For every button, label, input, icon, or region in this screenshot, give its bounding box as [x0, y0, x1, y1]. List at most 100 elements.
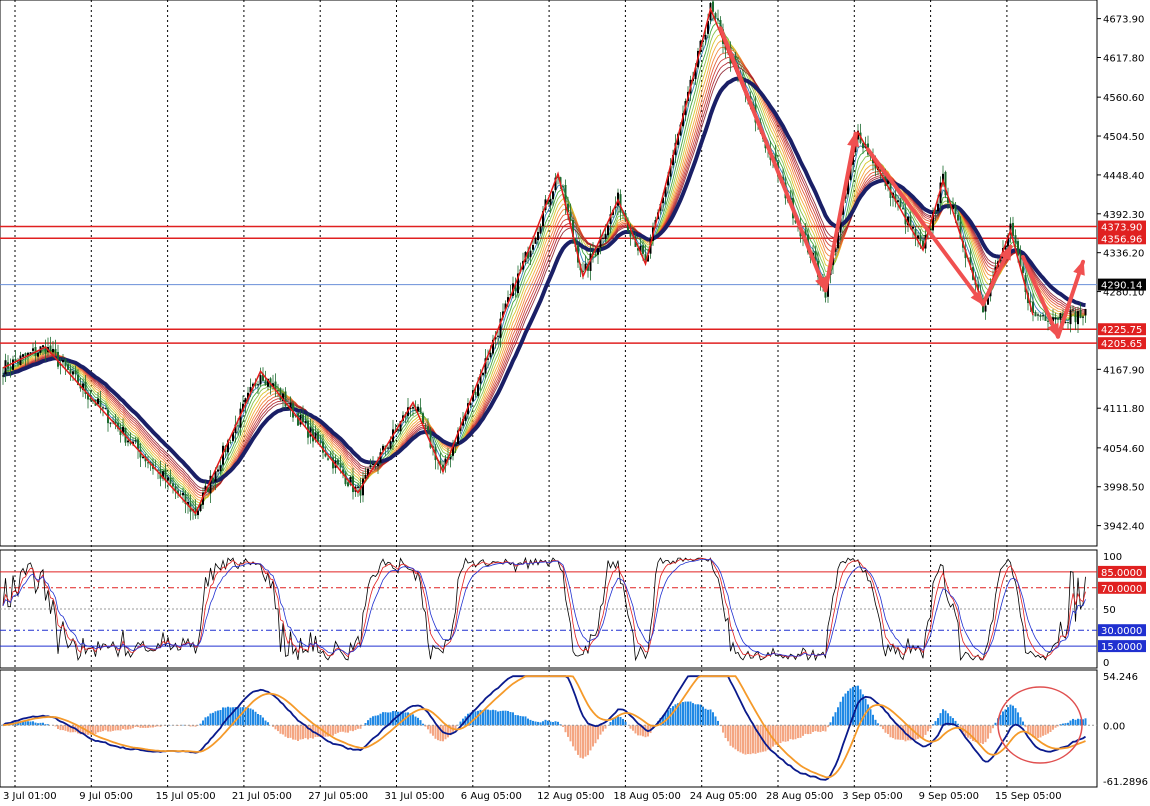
macd-histogram-bar: [612, 719, 614, 725]
macd-histogram-bar: [725, 725, 727, 738]
macd-histogram-bar: [377, 715, 379, 725]
macd-histogram-bar: [925, 725, 927, 735]
macd-histogram-bar: [255, 712, 257, 726]
macd-histogram-bar: [60, 725, 62, 730]
macd-histogram-bar: [632, 725, 634, 730]
macd-histogram-bar: [590, 725, 592, 750]
macd-histogram-bar: [252, 710, 254, 726]
level-tag-label: 4373.90: [1101, 223, 1142, 234]
candle-body: [260, 375, 262, 384]
macd-histogram-bar: [792, 725, 794, 739]
macd-histogram-bar: [1052, 725, 1054, 729]
candle-body: [1012, 223, 1014, 236]
candle-body: [105, 408, 107, 409]
macd-histogram-bar: [485, 709, 487, 725]
macd-histogram-bar: [562, 725, 564, 727]
candle-body: [597, 248, 599, 255]
macd-histogram-bar: [117, 725, 119, 730]
macd-histogram-bar: [427, 725, 429, 729]
candle-body: [317, 432, 319, 442]
macd-histogram-bar: [487, 710, 489, 726]
macd-histogram-bar: [430, 725, 432, 733]
macd-histogram-bar: [882, 725, 884, 729]
candle-body: [412, 407, 414, 408]
macd-histogram-bar: [347, 725, 349, 732]
macd-histogram-bar: [810, 725, 812, 734]
candle-body: [55, 349, 57, 354]
time-axis-label: 24 Aug 05:00: [690, 791, 757, 802]
candle-body: [887, 180, 889, 184]
time-axis-label: 3 Sep 05:00: [842, 791, 902, 802]
macd-histogram-bar: [620, 717, 622, 725]
macd-histogram-bar: [702, 707, 704, 726]
price-axis-label: 3998.50: [1103, 483, 1144, 494]
candle-body: [42, 345, 44, 347]
macd-histogram-bar: [335, 725, 337, 734]
macd-histogram-bar: [582, 725, 584, 758]
macd-histogram-bar: [337, 725, 339, 732]
macd-histogram-bar: [587, 725, 589, 755]
candle-body: [17, 362, 19, 364]
macd-histogram-bar: [847, 691, 849, 725]
macd-histogram-bar: [740, 725, 742, 752]
candle-body: [10, 367, 12, 369]
macd-histogram-bar: [1002, 711, 1004, 725]
time-axis-label: 28 Aug 05:00: [766, 791, 833, 802]
candle-body: [352, 476, 354, 492]
macd-histogram-bar: [505, 711, 507, 726]
candle-body: [220, 465, 222, 471]
macd-histogram-bar: [585, 725, 587, 756]
macd-histogram-bar: [777, 725, 779, 744]
macd-histogram-bar: [105, 725, 107, 730]
macd-histogram-bar: [32, 721, 34, 725]
macd-histogram-bar: [477, 711, 479, 725]
candle-body: [1015, 235, 1017, 242]
candle-body: [1085, 309, 1087, 315]
macd-histogram-bar: [895, 725, 897, 739]
level-tag-label: 4290.14: [1101, 281, 1142, 292]
macd-histogram-bar: [940, 713, 942, 725]
macd-histogram-bar: [597, 725, 599, 739]
macd-histogram-bar: [100, 725, 102, 732]
stoch-axis-label: 100: [1103, 552, 1122, 563]
macd-histogram-bar: [550, 722, 552, 726]
macd-histogram-bar: [557, 722, 559, 725]
macd-histogram-bar: [262, 718, 264, 726]
macd-histogram-bar: [495, 710, 497, 725]
macd-histogram-bar: [700, 705, 702, 726]
candle-body: [550, 199, 552, 205]
macd-histogram-bar: [605, 725, 607, 728]
candle-body: [442, 465, 444, 468]
candle-body: [642, 245, 644, 254]
macd-histogram-bar: [275, 725, 277, 729]
macd-histogram-bar: [772, 725, 774, 746]
macd-histogram-bar: [822, 725, 824, 731]
price-axis-label: 4448.40: [1103, 171, 1144, 182]
macd-histogram-bar: [537, 722, 539, 725]
candle-body: [607, 225, 609, 235]
macd-histogram-bar: [717, 721, 719, 725]
macd-histogram-bar: [575, 725, 577, 750]
macd-histogram-bar: [130, 725, 132, 729]
macd-histogram-bar: [250, 708, 252, 725]
macd-histogram-bar: [927, 725, 929, 731]
macd-axis-label: 0.00: [1103, 721, 1125, 732]
macd-histogram-bar: [805, 725, 807, 734]
macd-histogram-bar: [812, 725, 814, 732]
macd-histogram-bar: [930, 725, 932, 728]
candle-body: [22, 354, 24, 357]
macd-histogram-bar: [1072, 719, 1074, 725]
macd-histogram-bar: [635, 725, 637, 733]
time-axis-label: 31 Jul 05:00: [385, 791, 445, 802]
macd-histogram-bar: [362, 725, 364, 726]
candle-body: [37, 353, 39, 357]
macd-histogram-bar: [977, 725, 979, 742]
candle-body: [985, 306, 987, 312]
macd-histogram-bar: [297, 725, 299, 741]
macd-histogram-bar: [535, 721, 537, 725]
macd-histogram-bar: [835, 712, 837, 725]
macd-histogram-bar: [542, 721, 544, 725]
macd-histogram-bar: [1005, 709, 1007, 725]
macd-histogram-bar: [807, 725, 809, 734]
macd-histogram-bar: [825, 725, 827, 731]
